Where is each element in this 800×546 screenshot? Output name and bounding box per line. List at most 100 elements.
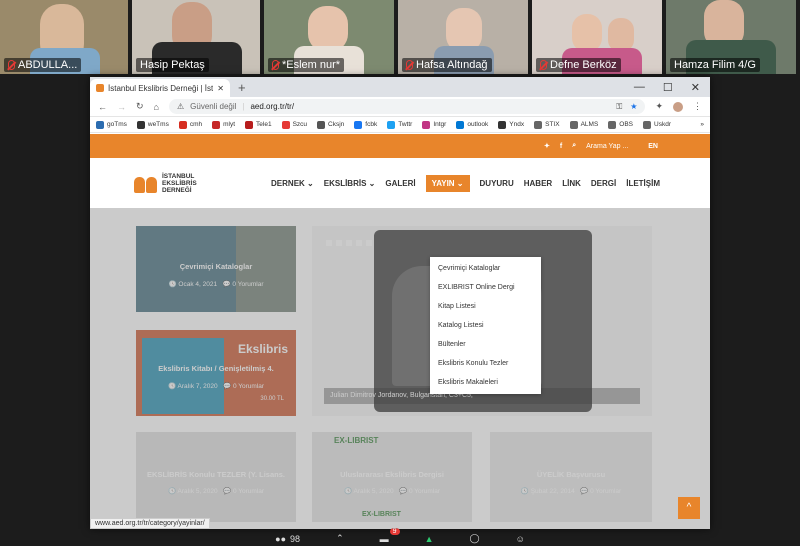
facebook-icon[interactable]: f — [560, 143, 562, 150]
participant-tile[interactable]: Defne Berköz — [532, 0, 662, 74]
dropdown-item[interactable]: EXLIBRIST Online Dergi — [430, 278, 541, 297]
record-button[interactable]: ◯ — [470, 533, 480, 544]
post-card[interactable]: EX-LIBRIST Uluslararası Ekslibris Dergis… — [312, 432, 472, 522]
bookmark-item[interactable]: Szcu — [281, 120, 307, 129]
participant-tile[interactable]: Hasip Pektaş — [132, 0, 260, 74]
language-switch[interactable]: EN — [648, 143, 658, 150]
participants-button[interactable]: ●● 98 — [275, 534, 300, 544]
card-art-text: EX-LIBRIST — [334, 436, 379, 445]
dropdown-item[interactable]: Çevrimiçi Kataloglar — [430, 259, 541, 278]
bookmark-item[interactable]: Intgr — [422, 120, 446, 129]
participant-video-strip: ABDULLA... Hasip Pektaş *Eslem nur* Hafs… — [0, 0, 800, 74]
zoom-meeting-window: ABDULLA... Hasip Pektaş *Eslem nur* Hafs… — [0, 0, 800, 546]
bookmark-label: Yndx — [509, 121, 525, 128]
bookmark-label: Twttr — [398, 121, 413, 128]
post-card[interactable]: Çevrimiçi Kataloglar 🕓 Ocak 4, 2021 💬 0 … — [136, 226, 296, 312]
participant-tile[interactable]: Hamza Filim 4/G — [666, 0, 796, 74]
bookmark-item[interactable]: Cksjn — [317, 120, 344, 129]
dropdown-item[interactable]: Ekslibris Makaleleri — [430, 373, 541, 392]
chat-button[interactable]: ▬ 9 — [380, 527, 400, 544]
bookmark-item[interactable]: Uskdr — [643, 120, 671, 129]
back-to-top-button[interactable]: ^ — [678, 497, 700, 519]
bookmark-item[interactable]: Yndx — [498, 120, 525, 129]
participant-name: Hasip Pektaş — [136, 58, 209, 72]
post-card[interactable]: EKSLİBRİS Konulu TEZLER (Y. Lisans. 🕓 Ar… — [136, 432, 296, 522]
site-logo[interactable]: İSTANBUL EKSLİBRİS DERNEĞİ — [134, 171, 197, 195]
bookmark-star-icon[interactable]: ★ — [630, 102, 637, 112]
bookmark-favicon-icon — [569, 120, 578, 129]
muted-mic-icon — [272, 60, 279, 70]
bookmarks-more-icon[interactable]: » — [700, 121, 704, 128]
address-bar[interactable]: ⚠ Güvenli değil | aed.org.tr/tr/ ⚿ ★ — [168, 99, 646, 114]
post-title[interactable]: EKSLİBRİS Konulu TEZLER (Y. Lisans. — [136, 470, 296, 479]
share-screen-icon: ▲ — [424, 533, 434, 544]
home-icon[interactable]: ⌂ — [154, 102, 159, 112]
twitter-icon[interactable]: ✦ — [544, 142, 550, 150]
nav-item-duyuru[interactable]: DUYURU — [480, 179, 514, 188]
profile-avatar[interactable] — [673, 101, 683, 112]
dropdown-item[interactable]: Bültenler — [430, 335, 541, 354]
reload-icon[interactable]: ↻ — [136, 101, 144, 112]
chevron-up-button[interactable]: ⌃ — [336, 533, 344, 544]
forward-icon[interactable]: → — [117, 102, 126, 112]
card-art-text: 30.00 TL — [260, 396, 284, 402]
warning-icon[interactable]: ⚠ — [177, 102, 184, 111]
post-title[interactable]: ÜYELİK Başvurusu — [490, 470, 652, 479]
browser-window: İstanbul Ekslibris Derneği | İstanb ✕ + … — [90, 77, 710, 529]
nav-item-dernek[interactable]: DERNEK ⌄ — [271, 179, 314, 188]
post-title[interactable]: Uluslararası Ekslibris Dergisi — [312, 470, 472, 479]
minimize-icon[interactable]: — — [634, 81, 645, 94]
post-title[interactable]: Çevrimiçi Kataloglar — [136, 262, 296, 271]
post-card[interactable]: ÜYELİK Başvurusu 🕓 Şubat 22, 2014 💬 0 Yo… — [490, 432, 652, 522]
nav-item-galeri[interactable]: GALERİ — [385, 179, 415, 188]
browser-tab[interactable]: İstanbul Ekslibris Derneği | İstanb ✕ — [90, 79, 230, 97]
share-screen-button[interactable]: ▲ — [425, 534, 434, 544]
bookmarks-bar: goTms weTms cmh mlyt Tele1 Szcu Cksjn fcbk Twttr… — [90, 117, 710, 133]
bookmark-item[interactable]: ALMS — [569, 120, 598, 129]
nav-item-dergi[interactable]: DERGİ — [591, 179, 616, 188]
close-window-icon[interactable]: ✕ — [691, 81, 700, 94]
bookmark-label: STIX — [545, 121, 560, 128]
nav-item-link[interactable]: LİNK — [562, 179, 581, 188]
dropdown-item[interactable]: Ekslibris Konulu Tezler — [430, 354, 541, 373]
bookmark-item[interactable]: Twttr — [387, 120, 413, 129]
post-title[interactable]: Ekslibris Kitabı / Genişletilmiş 4. — [136, 364, 296, 373]
close-tab-icon[interactable]: ✕ — [217, 84, 224, 93]
card-art-text: EX-LIBRIST — [362, 511, 401, 518]
participant-name: Defne Berköz — [536, 58, 621, 72]
nav-item-haber[interactable]: HABER — [524, 179, 552, 188]
bookmark-favicon-icon — [387, 120, 396, 129]
bookmark-item[interactable]: mlyt — [212, 120, 235, 129]
bookmark-item[interactable]: OBS — [608, 120, 633, 129]
nav-item-yayin[interactable]: YAYIN ⌄ — [425, 174, 470, 192]
nav-item-ekslibris[interactable]: EKSLİBRİS ⌄ — [324, 179, 376, 188]
menu-icon[interactable]: ⋮ — [693, 101, 702, 112]
nav-item-iletisim[interactable]: İLETİŞİM — [626, 179, 660, 188]
participant-tile[interactable]: ABDULLA... — [0, 0, 128, 74]
bookmark-item[interactable]: Tele1 — [245, 120, 272, 129]
bookmark-item[interactable]: cmh — [178, 120, 202, 129]
bookmark-item[interactable]: STIX — [534, 120, 560, 129]
extensions-icon[interactable]: ✦ — [655, 101, 663, 112]
post-card[interactable]: Ekslibris Ekslibris Kitabı / Genişletilm… — [136, 330, 296, 416]
web-page: ✦ f ⌕ Arama Yap ... EN İSTANBUL EKSLİBRİ… — [90, 134, 710, 529]
bookmark-item[interactable]: weTms — [136, 120, 169, 129]
participant-tile[interactable]: *Eslem nur* — [264, 0, 394, 74]
bookmark-item[interactable]: outlook — [456, 120, 488, 129]
dropdown-item[interactable]: Kitap Listesi — [430, 297, 541, 316]
bookmark-favicon-icon — [212, 120, 221, 129]
search-link[interactable]: Arama Yap ... — [586, 143, 628, 150]
bookmark-item[interactable]: goTms — [96, 120, 127, 129]
back-icon[interactable]: ← — [98, 102, 107, 112]
search-icon[interactable]: ⌕ — [572, 142, 576, 150]
bookmark-item[interactable]: fcbk — [354, 120, 377, 129]
new-tab-button[interactable]: + — [238, 80, 246, 95]
maximize-icon[interactable]: ☐ — [663, 81, 673, 94]
key-icon[interactable]: ⚿ — [616, 102, 622, 112]
reactions-button[interactable]: ☺ — [516, 534, 525, 544]
participants-icon: ●● — [275, 533, 287, 544]
post-meta: 🕓 Aralık 7, 2020 💬 0 Yorumlar — [167, 383, 265, 390]
bookmark-favicon-icon — [96, 120, 104, 129]
dropdown-item[interactable]: Katalog Listesi — [430, 316, 541, 335]
participant-tile[interactable]: Hafsa Altındağ — [398, 0, 528, 74]
